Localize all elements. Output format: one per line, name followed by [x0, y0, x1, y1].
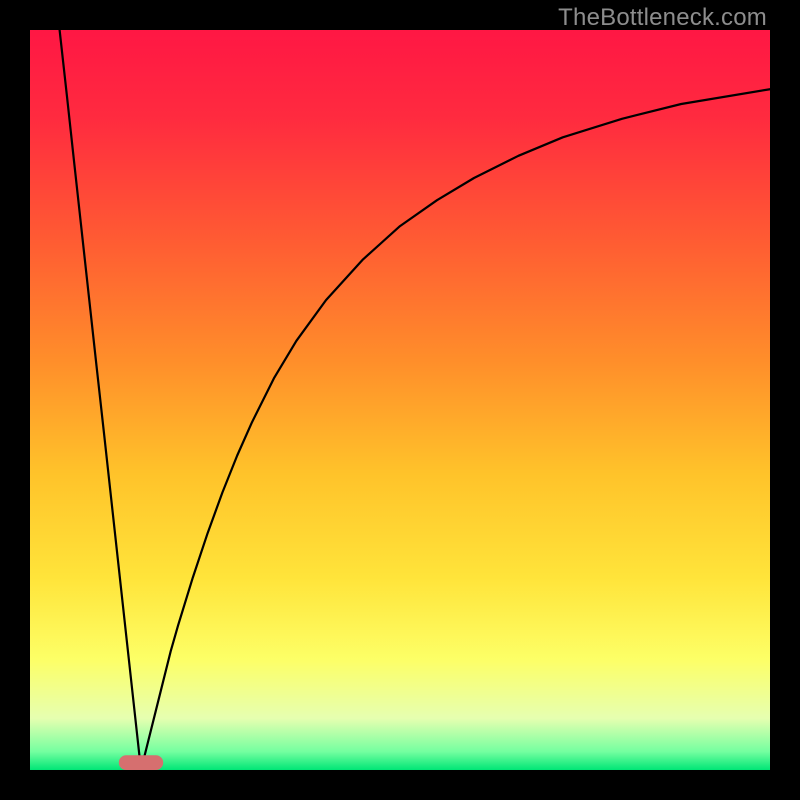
minimum-marker [119, 755, 163, 770]
chart-canvas [30, 30, 770, 770]
plot-area [30, 30, 770, 770]
watermark-text: TheBottleneck.com [558, 4, 767, 32]
minimum-marker-rect [119, 755, 163, 770]
chart-frame: TheBottleneck.com [0, 0, 800, 800]
gradient-background [30, 30, 770, 770]
